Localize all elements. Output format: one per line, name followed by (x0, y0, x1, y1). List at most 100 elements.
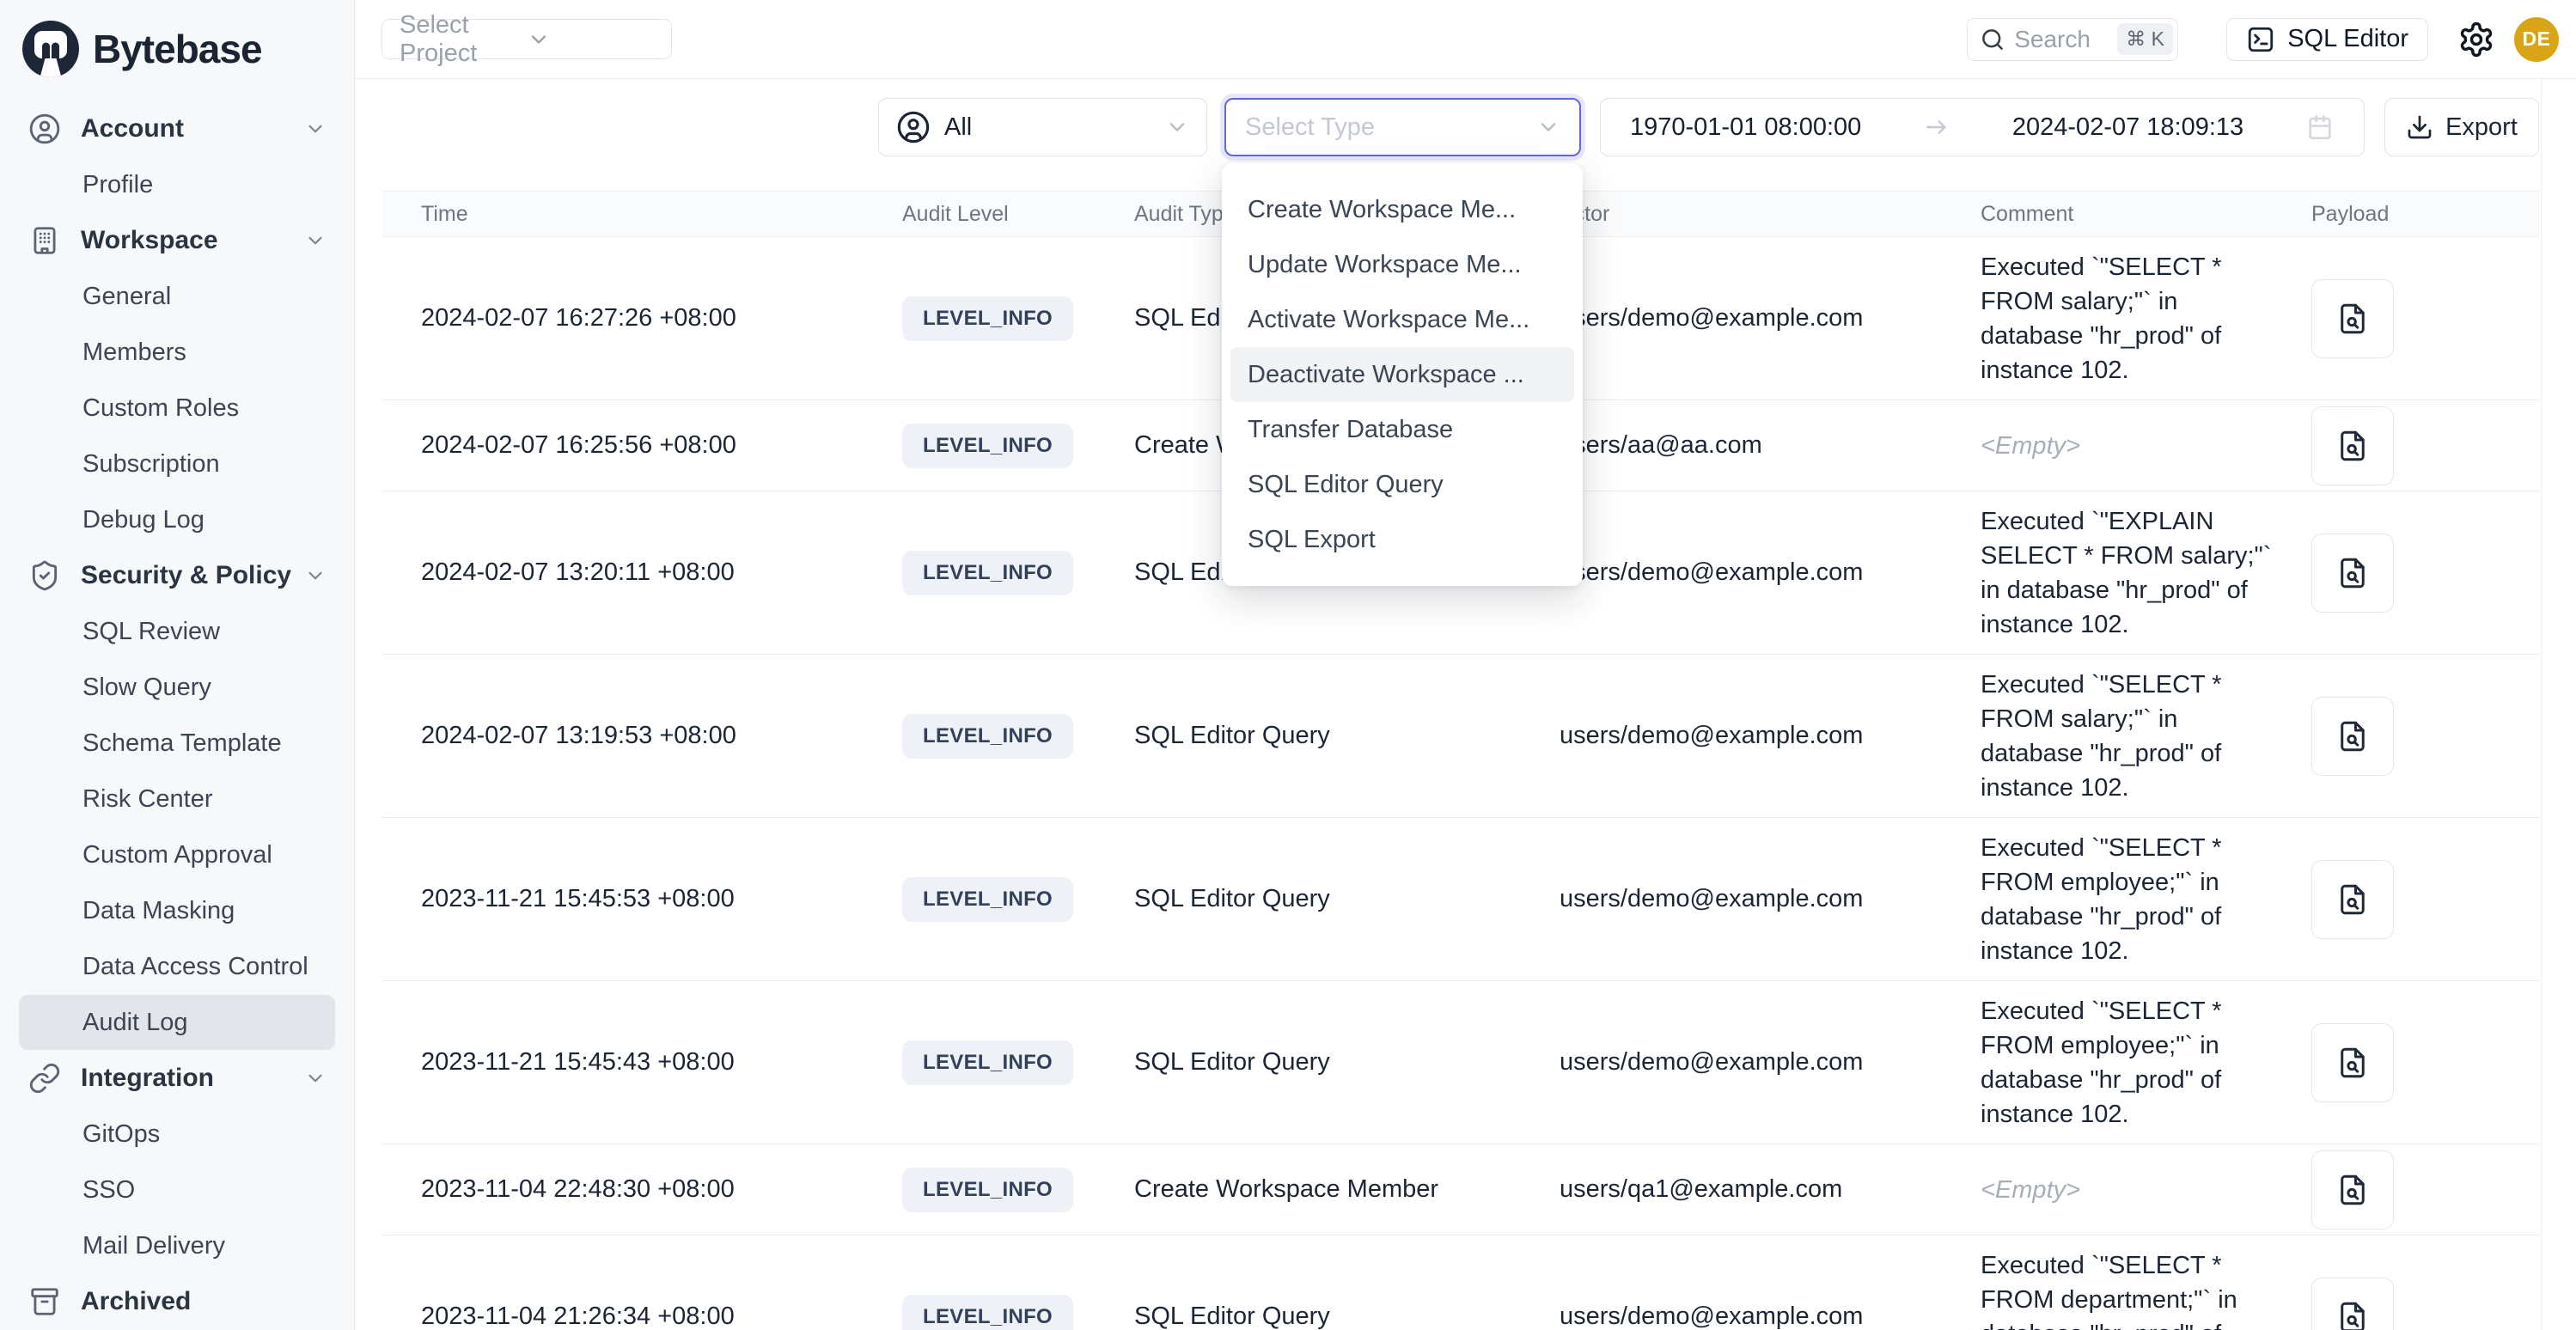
sidebar-item-gitops[interactable]: GitOps (19, 1107, 335, 1162)
sidebar-item-data-access-control[interactable]: Data Access Control (19, 939, 335, 994)
sidebar-item-subscription[interactable]: Subscription (19, 436, 335, 491)
sidebar-group-security-policy[interactable]: Security & Policy (19, 548, 335, 603)
download-icon (2406, 113, 2433, 141)
file-search-icon (2335, 1172, 2371, 1208)
sql-editor-button[interactable]: SQL Editor (2226, 18, 2428, 61)
cell-audit-type: SQL Editor Query (1134, 1048, 1560, 1077)
sidebar-item-general[interactable]: General (19, 269, 335, 324)
dropdown-item-sql-editor-query[interactable]: SQL Editor Query (1230, 457, 1574, 512)
date-range-end[interactable]: 2024-02-07 18:09:13 (2012, 113, 2243, 142)
view-payload-button[interactable] (2311, 279, 2394, 358)
sidebar-item-members[interactable]: Members (19, 325, 335, 380)
cell-comment: Executed `"SELECT * FROM salary;"` in da… (1981, 668, 2311, 805)
content-right-divider (2541, 79, 2542, 1330)
cell-actor: users/demo@example.com (1560, 558, 1981, 587)
dropdown-item-create-workspace-member[interactable]: Create Workspace Me... (1230, 182, 1574, 237)
search-box[interactable]: ⌘ K (1967, 18, 2178, 61)
chevron-down-icon (1536, 115, 1560, 139)
calendar-icon (2305, 113, 2335, 142)
user-circle-icon (27, 112, 62, 146)
cell-payload (2311, 534, 2539, 613)
dropdown-item-activate-workspace-member[interactable]: Activate Workspace Me... (1230, 292, 1574, 347)
sidebar-group-archived[interactable]: Archived (19, 1274, 335, 1329)
sidebar-item-custom-roles[interactable]: Custom Roles (19, 381, 335, 436)
view-payload-button[interactable] (2311, 1023, 2394, 1102)
cell-payload (2311, 860, 2539, 939)
sidebar-group-label: Workspace (81, 226, 304, 255)
settings-gear-button[interactable] (2457, 21, 2495, 58)
sidebar-item-sso[interactable]: SSO (19, 1162, 335, 1217)
cell-audit-type: SQL Editor Query (1134, 722, 1560, 750)
archive-icon (27, 1284, 62, 1319)
column-header-audit-level: Audit Level (902, 202, 1134, 227)
cell-audit-level: LEVEL_INFO (902, 877, 1134, 922)
table-row: 2023-11-21 15:45:43 +08:00 LEVEL_INFO SQ… (382, 981, 2539, 1144)
level-badge: LEVEL_INFO (902, 1168, 1073, 1212)
cell-payload (2311, 1023, 2539, 1102)
user-circle-icon (896, 110, 931, 144)
cell-comment: <Empty> (1981, 429, 2311, 463)
sidebar-group-label: Archived (81, 1287, 327, 1316)
cell-actor: users/demo@example.com (1560, 1303, 1981, 1330)
cell-actor: users/aa@aa.com (1560, 431, 1981, 460)
column-header-actor: Actor (1560, 202, 1981, 227)
search-input[interactable] (2014, 26, 2109, 53)
gear-icon (2457, 21, 2495, 58)
date-range-start[interactable]: 1970-01-01 08:00:00 (1630, 113, 1861, 142)
dropdown-item-sql-export[interactable]: SQL Export (1230, 512, 1574, 567)
sidebar-item-data-masking[interactable]: Data Masking (19, 883, 335, 938)
audit-log-page: Bytebase Account Profile Workspace (0, 0, 2576, 1330)
sidebar-nav: Account Profile Workspace General Member… (0, 89, 354, 1329)
sidebar-item-debug-log[interactable]: Debug Log (19, 492, 335, 547)
sidebar-item-profile[interactable]: Profile (19, 157, 335, 212)
export-button[interactable]: Export (2384, 98, 2539, 156)
sidebar: Bytebase Account Profile Workspace (0, 0, 355, 1330)
brand[interactable]: Bytebase (0, 15, 354, 89)
project-select-value: Select Project (400, 11, 527, 68)
sidebar-group-workspace[interactable]: Workspace (19, 213, 335, 268)
dropdown-item-update-workspace-member[interactable]: Update Workspace Me... (1230, 237, 1574, 292)
cell-audit-level: LEVEL_INFO (902, 714, 1134, 759)
filter-bar: All Select Type 1970-01-01 08:00:00 2024… (355, 79, 2576, 156)
cell-audit-type: Create Workspace Member (1134, 1175, 1560, 1204)
view-payload-button[interactable] (2311, 534, 2394, 613)
project-select[interactable]: Select Project (382, 19, 672, 59)
actor-filter-select[interactable]: All (878, 98, 1207, 156)
view-payload-button[interactable] (2311, 697, 2394, 776)
view-payload-button[interactable] (2311, 1278, 2394, 1330)
sidebar-item-sql-review[interactable]: SQL Review (19, 604, 335, 659)
sidebar-item-custom-approval[interactable]: Custom Approval (19, 827, 335, 882)
topbar-right: ⌘ K SQL Editor DE (1967, 17, 2559, 62)
column-header-time: Time (382, 202, 902, 227)
chevron-down-icon (304, 118, 327, 140)
cell-payload (2311, 406, 2539, 485)
cell-actor: users/demo@example.com (1560, 1048, 1981, 1077)
building-icon (27, 223, 62, 258)
sidebar-item-risk-center[interactable]: Risk Center (19, 772, 335, 827)
sidebar-item-audit-log[interactable]: Audit Log (19, 995, 335, 1050)
view-payload-button[interactable] (2311, 406, 2394, 485)
cell-time: 2023-11-21 15:45:43 +08:00 (382, 1048, 902, 1077)
file-search-icon (2335, 555, 2371, 591)
cell-comment: Executed `"SELECT * FROM employee;"` in … (1981, 994, 2311, 1132)
brand-name: Bytebase (93, 26, 262, 72)
view-payload-button[interactable] (2311, 1150, 2394, 1229)
sidebar-item-slow-query[interactable]: Slow Query (19, 660, 335, 715)
file-search-icon (2335, 1299, 2371, 1330)
user-avatar[interactable]: DE (2514, 17, 2559, 62)
sidebar-group-integration[interactable]: Integration (19, 1051, 335, 1106)
table-row: 2024-02-07 13:19:53 +08:00 LEVEL_INFO SQ… (382, 655, 2539, 818)
audit-type-select[interactable]: Select Type (1224, 98, 1581, 156)
cell-payload (2311, 1150, 2539, 1229)
view-payload-button[interactable] (2311, 860, 2394, 939)
date-range-picker[interactable]: 1970-01-01 08:00:00 2024-02-07 18:09:13 (1600, 98, 2365, 156)
level-badge: LEVEL_INFO (902, 296, 1073, 341)
cell-time: 2024-02-07 13:19:53 +08:00 (382, 722, 902, 750)
dropdown-item-transfer-database[interactable]: Transfer Database (1230, 402, 1574, 457)
sidebar-item-mail-delivery[interactable]: Mail Delivery (19, 1218, 335, 1273)
dropdown-item-deactivate-workspace-member[interactable]: Deactivate Workspace ... (1230, 347, 1574, 402)
cell-actor: users/qa1@example.com (1560, 1175, 1981, 1204)
cell-comment: Executed `"SELECT * FROM department;"` i… (1981, 1248, 2311, 1330)
sidebar-group-account[interactable]: Account (19, 101, 335, 156)
sidebar-item-schema-template[interactable]: Schema Template (19, 716, 335, 771)
